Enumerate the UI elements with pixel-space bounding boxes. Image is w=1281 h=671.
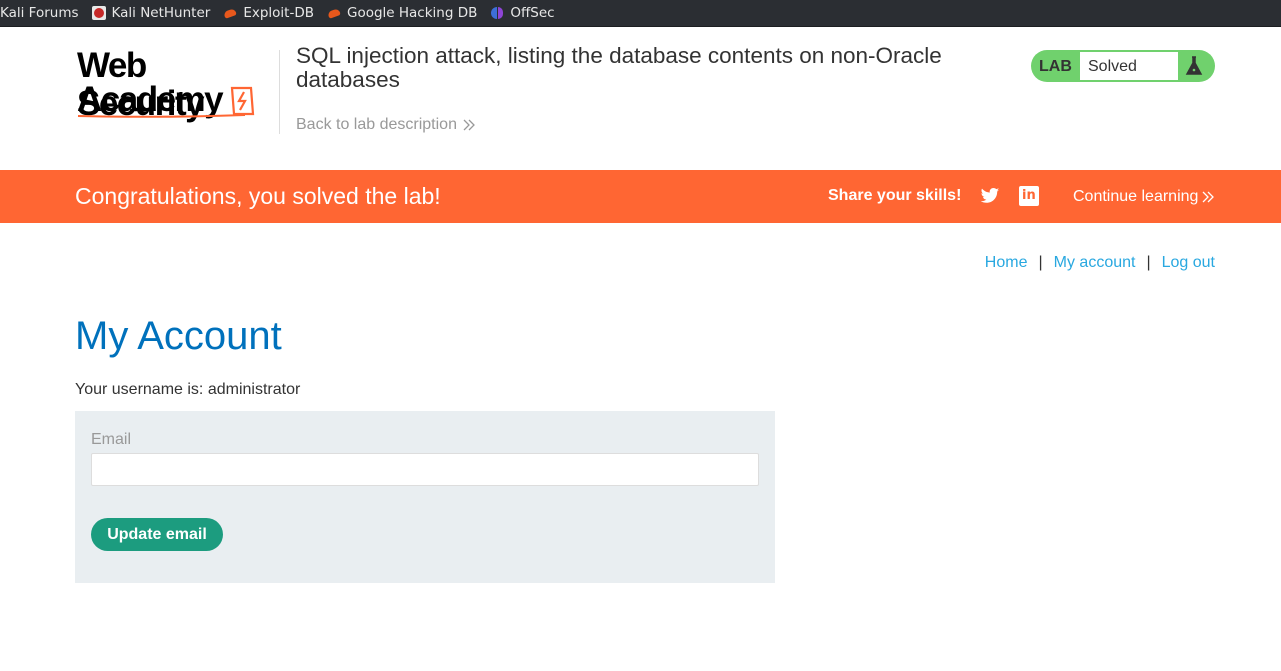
bookmark-label: Exploit-DB [243,5,314,21]
bookmark-offsec[interactable]: OffSec [490,5,555,21]
continue-learning-link[interactable]: Continue learning [1073,188,1215,206]
lightning-bolt-icon [230,86,255,116]
bookmark-label: Google Hacking DB [346,5,478,21]
bookmark-label: Kali NetHunter [111,5,211,21]
change-email-form: Email Update email [75,411,775,583]
lab-status-widget: LAB Solved [1031,50,1215,82]
username-text: Your username is: administrator [75,381,301,398]
solved-banner: Congratulations, you solved the lab! Sha… [0,170,1281,223]
update-email-button[interactable]: Update email [91,518,223,551]
lab-status-box: Solved [1079,51,1179,81]
lab-title: SQL injection attack, listing the databa… [296,43,942,92]
flask-icon [1185,56,1203,75]
nav-home-link[interactable]: Home [985,254,1028,272]
bookmark-label: OffSec [510,5,555,21]
back-link-label: Back to lab description [296,116,457,133]
linkedin-icon[interactable]: in [1019,186,1039,206]
lab-tag: LAB [1039,58,1072,75]
nav-separator: | [1038,254,1043,271]
email-label: Email [91,431,132,448]
bookmark-exploit-db[interactable]: Exploit-DB [223,5,314,21]
nav-log-out-link[interactable]: Log out [1162,254,1215,272]
double-chevron-right-icon [1202,191,1215,203]
bookmark-kali-nethunter[interactable]: Kali NetHunter [91,5,211,21]
account-nav: Home | My account | Log out [985,254,1215,272]
share-skills-label: Share your skills! [828,187,962,204]
bookmark-kali-forums[interactable]: Kali Forums [0,5,79,21]
email-field[interactable] [91,453,759,486]
bookmark-google-hacking-db[interactable]: Google Hacking DB [327,5,477,21]
nav-separator: | [1146,254,1151,271]
exploit-db-icon [223,6,237,20]
page-title: My Account [75,314,282,358]
web-security-academy-logo[interactable]: Web Security Academy [77,47,277,123]
logo-underline [77,114,246,118]
lab-status-text: Solved [1088,58,1137,75]
bookmark-label: Kali Forums [0,5,79,21]
offsec-icon [490,6,504,20]
kali-nethunter-icon [91,6,106,20]
back-to-lab-description-link[interactable]: Back to lab description [296,116,475,134]
twitter-icon[interactable] [980,186,1000,206]
congratulations-message: Congratulations, you solved the lab! [75,183,441,209]
double-chevron-right-icon [463,119,475,131]
exploit-db-icon [327,6,341,20]
continue-learning-label: Continue learning [1073,188,1199,205]
bookmarks-bar: Kali Forums Kali NetHunter Exploit-DB Go… [0,0,1281,27]
header-divider [279,50,280,134]
nav-my-account-link[interactable]: My account [1054,254,1136,272]
